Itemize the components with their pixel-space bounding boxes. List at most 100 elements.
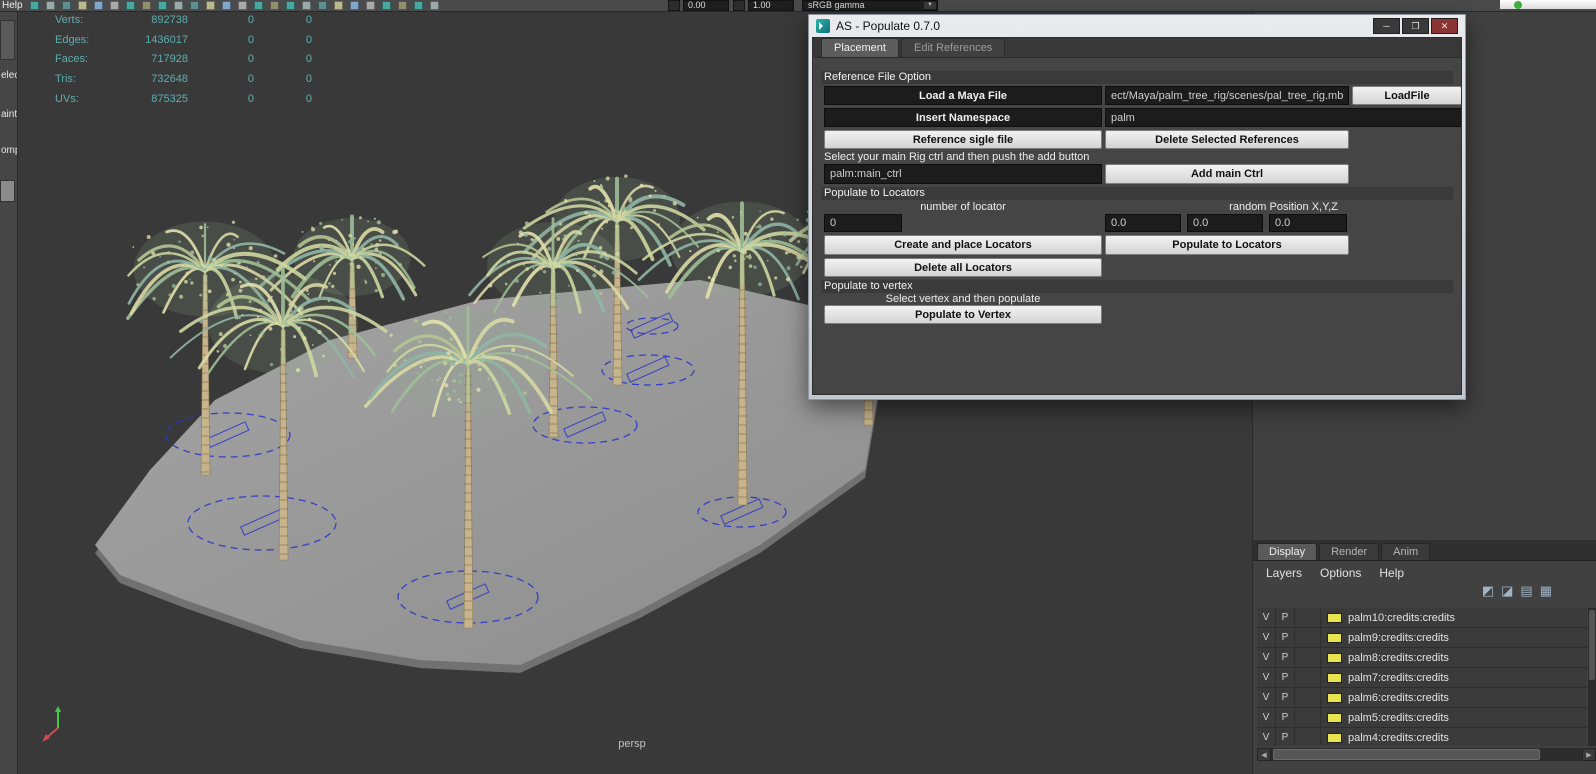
tab-anim[interactable]: Anim (1381, 543, 1431, 560)
main-ctrl-field[interactable]: palm:main_ctrl (824, 164, 1102, 184)
layer-playback-toggle[interactable]: P (1276, 628, 1295, 647)
toolbar-icon[interactable] (398, 1, 407, 10)
layer-visibility-toggle[interactable]: V (1257, 648, 1276, 667)
layer-type-cell[interactable] (1295, 628, 1321, 647)
layer-visibility-toggle[interactable]: V (1257, 628, 1276, 647)
layer-color-swatch[interactable] (1327, 632, 1342, 643)
layer-row[interactable]: V Ppalm5:credits:credits (1257, 708, 1587, 728)
view-transform-dropdown[interactable]: sRGB gamma ▼ (802, 0, 938, 11)
layer-type-cell[interactable] (1295, 688, 1321, 707)
exposure-icon[interactable] (668, 0, 680, 11)
toolbar-icon[interactable] (286, 1, 295, 10)
tab-display[interactable]: Display (1257, 543, 1318, 560)
namespace-field[interactable]: palm (1105, 108, 1461, 127)
delete-selected-references-button[interactable]: Delete Selected References (1105, 130, 1349, 149)
layer-type-cell[interactable] (1295, 608, 1321, 627)
populate-to-locators-button[interactable]: Populate to Locators (1105, 235, 1349, 255)
layer-playback-toggle[interactable]: P (1276, 688, 1295, 707)
tab-render[interactable]: Render (1319, 543, 1380, 560)
toolbar-icon[interactable] (430, 1, 439, 10)
left-panel-button-fragment[interactable] (0, 180, 15, 202)
toolbar-icon[interactable] (190, 1, 199, 10)
toolbar-icon[interactable] (318, 1, 327, 10)
create-and-place-locators-button[interactable]: Create and place Locators (824, 235, 1102, 255)
layer-row[interactable]: V Ppalm9:credits:credits (1257, 628, 1587, 648)
layer-help-menu[interactable]: Help (1379, 566, 1404, 580)
layer-playback-toggle[interactable]: P (1276, 728, 1295, 746)
tab-edit-references[interactable]: Edit References (900, 38, 1006, 57)
layer-color-swatch[interactable] (1327, 612, 1342, 623)
layer-playback-toggle[interactable]: P (1276, 668, 1295, 687)
layer-visibility-toggle[interactable]: V (1257, 688, 1276, 707)
move-layer-up-icon[interactable]: ◩ (1482, 583, 1494, 599)
scroll-left-icon[interactable]: ◀ (1257, 748, 1271, 761)
layer-row[interactable]: V Ppalm10:credits:credits (1257, 608, 1587, 628)
random-x-field[interactable]: 0.0 (1105, 214, 1181, 232)
number-of-locator-field[interactable]: 0 (824, 214, 902, 232)
move-layer-down-icon[interactable]: ◪ (1501, 583, 1513, 599)
dialog-titlebar[interactable]: AS - Populate 0.7.0 ─ ❐ ✕ (812, 15, 1462, 37)
layer-color-swatch[interactable] (1327, 692, 1342, 703)
layer-name[interactable]: palm8:credits:credits (1348, 652, 1449, 664)
layer-color-swatch[interactable] (1327, 652, 1342, 663)
scroll-right-icon[interactable]: ▶ (1582, 748, 1596, 761)
load-file-button[interactable]: LoadFile (1352, 86, 1461, 105)
toolbar-icon[interactable] (254, 1, 263, 10)
layer-row[interactable]: V Ppalm4:credits:credits (1257, 728, 1587, 746)
gamma-icon[interactable] (733, 0, 745, 11)
layer-list-vertical-scrollbar[interactable] (1588, 608, 1596, 746)
delete-all-locators-button[interactable]: Delete all Locators (824, 258, 1102, 277)
layer-list-horizontal-scrollbar[interactable]: ◀ ▶ (1257, 748, 1596, 761)
scrollbar-thumb[interactable] (1273, 749, 1541, 760)
toolbar-icon[interactable] (302, 1, 311, 10)
create-empty-layer-icon[interactable]: ▤ (1520, 583, 1532, 599)
layer-type-cell[interactable] (1295, 648, 1321, 667)
layer-visibility-toggle[interactable]: V (1257, 708, 1276, 727)
gamma-field[interactable]: 1.00 (748, 0, 794, 11)
toolbar-icon[interactable] (366, 1, 375, 10)
minimize-icon[interactable]: ─ (1373, 18, 1400, 34)
layer-name[interactable]: palm6:credits:credits (1348, 692, 1449, 704)
layer-visibility-toggle[interactable]: V (1257, 608, 1276, 627)
layer-row[interactable]: V Ppalm6:credits:credits (1257, 688, 1587, 708)
toolbar-icon[interactable] (158, 1, 167, 10)
close-icon[interactable]: ✕ (1431, 18, 1458, 34)
layer-name[interactable]: palm5:credits:credits (1348, 712, 1449, 724)
tab-placement[interactable]: Placement (821, 38, 899, 57)
layer-row[interactable]: V Ppalm7:credits:credits (1257, 668, 1587, 688)
toolbar-icon[interactable] (414, 1, 423, 10)
layer-color-swatch[interactable] (1327, 672, 1342, 683)
layer-visibility-toggle[interactable]: V (1257, 668, 1276, 687)
maximize-icon[interactable]: ❐ (1402, 18, 1429, 34)
layer-row[interactable]: V Ppalm8:credits:credits (1257, 648, 1587, 668)
layer-color-swatch[interactable] (1327, 712, 1342, 723)
toolbar-icon[interactable] (30, 1, 39, 10)
file-path-field[interactable]: ect/Maya/palm_tree_rig/scenes/pal_tree_r… (1105, 86, 1349, 105)
toolbar-icon[interactable] (142, 1, 151, 10)
toolbar-icon[interactable] (206, 1, 215, 10)
toolbar-icon[interactable] (126, 1, 135, 10)
layer-playback-toggle[interactable]: P (1276, 608, 1295, 627)
populate-to-vertex-button[interactable]: Populate to Vertex (824, 305, 1102, 324)
layer-type-cell[interactable] (1295, 728, 1321, 746)
toolbar-icon[interactable] (94, 1, 103, 10)
add-main-ctrl-button[interactable]: Add main Ctrl (1105, 164, 1349, 184)
layer-name[interactable]: palm9:credits:credits (1348, 632, 1449, 644)
toolbar-icon[interactable] (110, 1, 119, 10)
toolbar-icon[interactable] (174, 1, 183, 10)
toolbar-icon[interactable] (238, 1, 247, 10)
layer-playback-toggle[interactable]: P (1276, 648, 1295, 667)
left-panel-button-fragment[interactable] (0, 20, 15, 60)
layer-type-cell[interactable] (1295, 708, 1321, 727)
random-z-field[interactable]: 0.0 (1269, 214, 1347, 232)
help-menu-fragment[interactable]: Help (2, 0, 23, 11)
toolbar-icon[interactable] (46, 1, 55, 10)
layer-name[interactable]: palm10:credits:credits (1348, 612, 1455, 624)
layer-playback-toggle[interactable]: P (1276, 708, 1295, 727)
exposure-field[interactable]: 0.00 (683, 0, 729, 11)
layer-name[interactable]: palm7:credits:credits (1348, 672, 1449, 684)
options-menu[interactable]: Options (1320, 566, 1361, 580)
toolbar-icon[interactable] (222, 1, 231, 10)
toolbar-icon[interactable] (62, 1, 71, 10)
toolbar-icon[interactable] (350, 1, 359, 10)
